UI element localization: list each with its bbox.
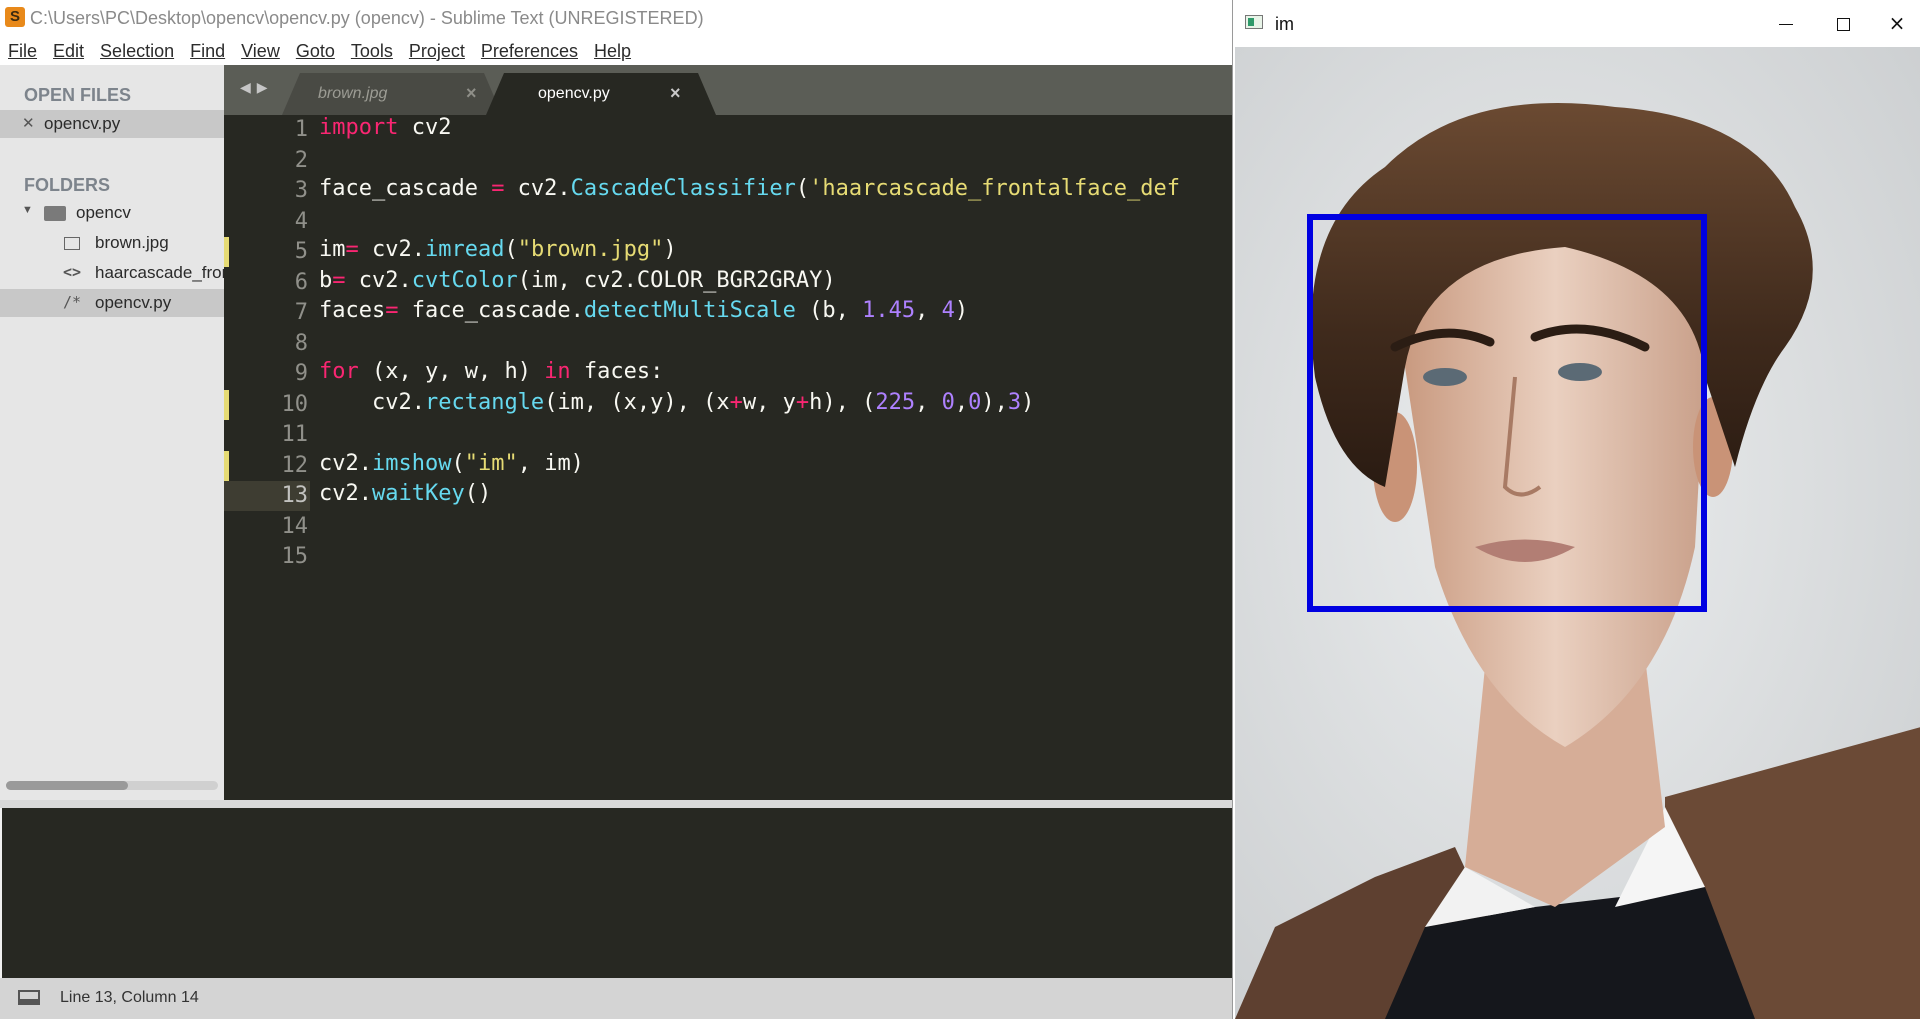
menu-edit[interactable]: Edit [45, 41, 92, 62]
modified-line-marker [224, 450, 229, 481]
close-button[interactable]: × [1874, 6, 1920, 40]
file-label: opencv.py [95, 293, 172, 312]
tab-nav-arrows-icon[interactable]: ◀▶ [240, 79, 274, 96]
open-files-heading: OPEN FILES [24, 85, 132, 105]
code-line[interactable]: b= cv2.cvtColor(im, cv2.COLOR_BGR2GRAY) [319, 268, 836, 298]
tab-close-icon[interactable]: × [670, 83, 681, 104]
image-window-title: im [1275, 14, 1294, 34]
maximize-icon [1836, 18, 1850, 31]
tab-label: opencv.py [538, 85, 610, 102]
line-number: 10 [281, 391, 309, 417]
line-number-gutter: 1 2 3 4 5 6 7 8 9 10 11 12 13 14 15 [224, 115, 310, 800]
code-line[interactable]: faces= face_cascade.detectMultiScale (b,… [319, 298, 968, 328]
image-window: im × [1232, 0, 1920, 1019]
modified-line-marker [224, 389, 229, 420]
tab-label: brown.jpg [318, 85, 388, 102]
file-label: haarcascade_frontalface_default.xml [95, 263, 224, 282]
folders-heading: FOLDERS [24, 175, 111, 195]
python-file-icon: /* [63, 293, 82, 311]
menu-help[interactable]: Help [586, 41, 639, 62]
minimize-icon [1779, 24, 1793, 25]
line-number: 14 [281, 513, 309, 539]
xml-file-icon: <> [63, 263, 82, 281]
line-number: 12 [281, 452, 309, 478]
output-console[interactable] [2, 808, 1232, 978]
line-number: 6 [294, 269, 308, 295]
line-number: 15 [281, 544, 309, 569]
menu-file[interactable]: File [0, 41, 45, 62]
tab-close-icon[interactable]: × [466, 83, 477, 104]
code-line[interactable]: face_cascade = cv2.CascadeClassifier('ha… [319, 176, 1180, 206]
code-line[interactable]: import cv2 [319, 115, 451, 145]
line-number: 1 [294, 117, 308, 142]
file-brown-jpg[interactable]: brown.jpg [0, 229, 224, 257]
code-line[interactable]: for (x, y, w, h) in faces: [319, 359, 663, 389]
menu-view[interactable]: View [233, 41, 288, 62]
line-number: 5 [294, 239, 308, 264]
menu-selection[interactable]: Selection [92, 41, 182, 62]
disclosure-down-icon[interactable]: ▼ [22, 204, 33, 216]
line-number: 11 [281, 422, 309, 447]
sublime-title-bar: S C:\Users\PC\Desktop\opencv\opencv.py (… [0, 0, 1232, 37]
panel-divider[interactable] [0, 800, 1232, 808]
code-line[interactable]: cv2.waitKey() [319, 481, 491, 511]
right-eye [1558, 363, 1602, 381]
menu-find[interactable]: Find [182, 41, 233, 62]
menu-tools[interactable]: Tools [343, 41, 401, 62]
line-number: 7 [294, 300, 308, 325]
folder-icon [44, 206, 66, 221]
file-label: brown.jpg [95, 233, 169, 252]
file-haarcascade-xml[interactable]: <> haarcascade_frontalface_default.xml [0, 259, 224, 287]
folder-label: opencv [76, 203, 131, 222]
line-number: 2 [294, 147, 308, 173]
sidebar-scroll-thumb[interactable] [6, 781, 128, 790]
menu-goto[interactable]: Goto [288, 41, 343, 62]
sublime-logo-icon: S [5, 7, 25, 27]
minimize-button[interactable] [1763, 6, 1809, 40]
close-icon: × [1888, 11, 1906, 35]
code-line[interactable]: cv2.rectangle(im, (x,y), (x+w, y+h), (22… [319, 390, 1034, 420]
window-app-icon [1245, 15, 1263, 29]
tab-opencv-py[interactable]: opencv.py × [486, 73, 716, 115]
line-number: 8 [294, 330, 308, 356]
menu-project[interactable]: Project [401, 41, 473, 62]
face-photo [1235, 47, 1920, 1019]
image-file-icon [64, 237, 80, 250]
tab-bar: ◀▶ brown.jpg × opencv.py × [224, 65, 1232, 115]
sidebar-scrollbar[interactable] [6, 781, 218, 790]
line-number: 4 [294, 208, 308, 234]
line-number: 9 [294, 361, 308, 386]
folder-opencv[interactable]: ▼ opencv [0, 199, 224, 227]
menu-preferences[interactable]: Preferences [473, 41, 586, 62]
close-icon[interactable]: ✕ [22, 114, 35, 132]
code-line[interactable]: im= cv2.imread("brown.jpg") [319, 237, 677, 267]
sidebar: OPEN FILES ✕ opencv.py FOLDERS ▼ opencv … [0, 65, 224, 800]
line-number: 13 [281, 483, 309, 508]
tab-brown-jpg[interactable]: brown.jpg × [282, 73, 502, 115]
menu-bar: File Edit Selection Find View Goto Tools… [0, 37, 1232, 65]
window-title: C:\Users\PC\Desktop\opencv\opencv.py (op… [30, 8, 704, 28]
status-bar: Line 13, Column 14 [0, 978, 1232, 1019]
open-file-opencv-py[interactable]: ✕ opencv.py [0, 110, 224, 138]
line-number: 3 [294, 178, 308, 203]
code-editor[interactable]: 1 2 3 4 5 6 7 8 9 10 11 12 13 14 15 import cv2 face_cas… [224, 115, 1232, 800]
modified-line-marker [224, 237, 229, 267]
code-line[interactable]: cv2.imshow("im", im) [319, 451, 584, 481]
toggle-panel-icon[interactable] [18, 990, 40, 1005]
left-eye [1423, 368, 1467, 386]
open-file-label: opencv.py [44, 114, 121, 133]
cursor-position: Line 13, Column 14 [60, 989, 199, 1006]
file-opencv-py[interactable]: /* opencv.py [0, 289, 224, 317]
maximize-button[interactable] [1820, 6, 1866, 40]
